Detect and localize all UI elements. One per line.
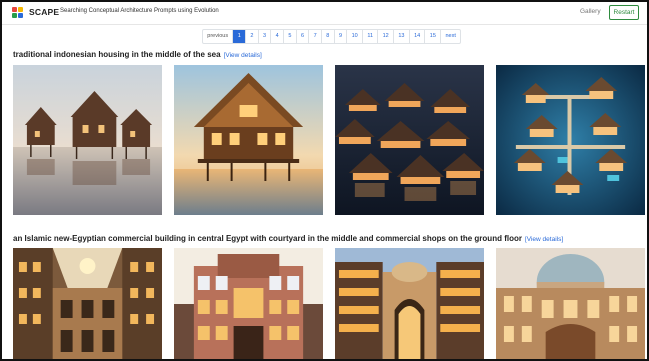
prompt-title: traditional indonesian housing in the mi… <box>13 50 262 59</box>
page-next[interactable]: next <box>440 30 460 43</box>
page-8[interactable]: 8 <box>320 30 334 43</box>
page-3[interactable]: 3 <box>257 30 271 43</box>
scape-logo-icon <box>12 7 24 19</box>
brand-name[interactable]: SCAPE <box>29 7 59 17</box>
view-details-link[interactable]: [View details] <box>224 52 262 59</box>
generated-image[interactable] <box>335 65 484 215</box>
page-9[interactable]: 9 <box>333 30 347 43</box>
page-11[interactable]: 11 <box>362 30 377 43</box>
page-6[interactable]: 6 <box>295 30 309 43</box>
pagination: previous 1 2 3 4 5 6 7 8 9 10 11 12 13 1… <box>202 29 462 44</box>
generated-image[interactable] <box>335 248 484 359</box>
app-window: SCAPE Searching Conceptual Architecture … <box>0 0 649 361</box>
page-13[interactable]: 13 <box>393 30 409 43</box>
page-14[interactable]: 14 <box>408 30 425 43</box>
page-2[interactable]: 2 <box>245 30 258 43</box>
gallery-link[interactable]: Gallery <box>580 8 601 15</box>
page-1[interactable]: 1 <box>232 30 246 43</box>
view-details-link[interactable]: [View details] <box>525 236 563 243</box>
page-7[interactable]: 7 <box>308 30 321 43</box>
prompt-text: traditional indonesian housing in the mi… <box>13 50 221 59</box>
brand-tagline: Searching Conceptual Architecture Prompt… <box>60 8 219 14</box>
generated-image[interactable] <box>13 248 162 359</box>
restart-button[interactable]: Restart <box>609 5 639 20</box>
page-10[interactable]: 10 <box>346 30 362 43</box>
page-12[interactable]: 12 <box>377 30 393 43</box>
generated-image[interactable] <box>174 248 323 359</box>
generated-image[interactable] <box>496 65 645 215</box>
prompt-title: an Islamic new-Egyptian commercial build… <box>13 234 563 243</box>
generated-image[interactable] <box>496 248 645 359</box>
top-navbar: SCAPE Searching Conceptual Architecture … <box>2 2 647 25</box>
generated-image[interactable] <box>174 65 323 215</box>
page-15[interactable]: 15 <box>424 30 440 43</box>
image-row <box>13 248 645 359</box>
generated-image[interactable] <box>13 65 162 215</box>
page-5[interactable]: 5 <box>283 30 296 43</box>
page-4[interactable]: 4 <box>270 30 283 43</box>
prompt-text: an Islamic new-Egyptian commercial build… <box>13 234 522 243</box>
page-previous[interactable]: previous <box>203 30 232 43</box>
image-row <box>13 65 645 215</box>
